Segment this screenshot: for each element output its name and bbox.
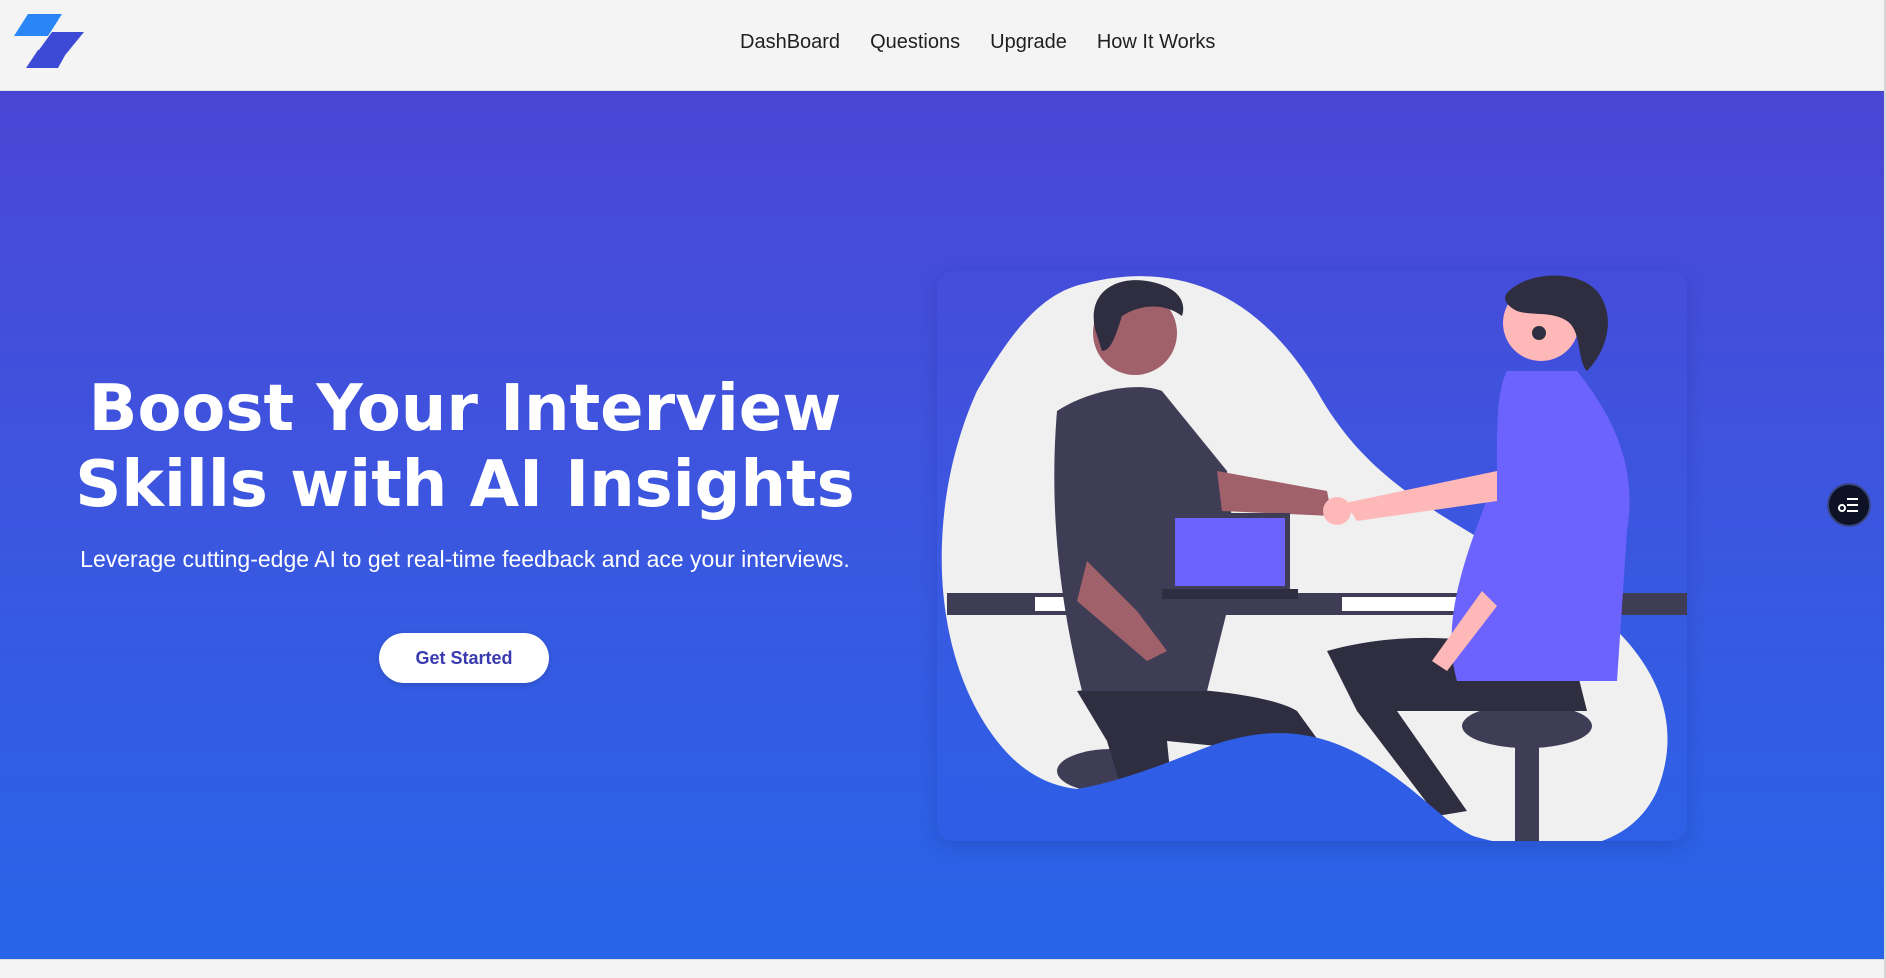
nav-link-questions[interactable]: Questions xyxy=(870,31,960,54)
handshake-interview-illustration xyxy=(937,271,1687,841)
right-person-torso xyxy=(1451,371,1630,681)
right-stool-leg xyxy=(1515,731,1539,841)
side-filter-widget[interactable] xyxy=(1827,483,1871,527)
laptop-display xyxy=(1175,518,1285,586)
hero-subtitle: Leverage cutting-edge AI to get real-tim… xyxy=(80,546,850,572)
nav-link-upgrade[interactable]: Upgrade xyxy=(990,31,1067,54)
nav-link-dashboard[interactable]: DashBoard xyxy=(740,31,840,54)
desk-paper-right xyxy=(1342,597,1464,611)
right-person-ear xyxy=(1532,326,1546,340)
hero-title-line-2: Skills with AI Insights xyxy=(75,448,855,522)
get-started-button[interactable]: Get Started xyxy=(379,633,549,683)
nav-link-how-it-works[interactable]: How It Works xyxy=(1097,31,1216,54)
hero-section: Boost Your Interview Skills with AI Insi… xyxy=(0,91,1884,959)
app-viewport: DashBoard Questions Upgrade How It Works… xyxy=(0,0,1886,978)
main-nav: DashBoard Questions Upgrade How It Works xyxy=(740,0,1215,84)
hero-title-line-1: Boost Your Interview xyxy=(88,372,842,446)
site-header: DashBoard Questions Upgrade How It Works xyxy=(0,0,1884,91)
filter-list-icon xyxy=(1838,498,1858,512)
brand-logo-icon[interactable] xyxy=(10,14,86,70)
hero-title: Boost Your Interview Skills with AI Insi… xyxy=(40,371,890,523)
handshake-hands xyxy=(1323,497,1351,525)
laptop-base xyxy=(1162,589,1298,599)
page-bottom-edge xyxy=(0,959,1884,978)
